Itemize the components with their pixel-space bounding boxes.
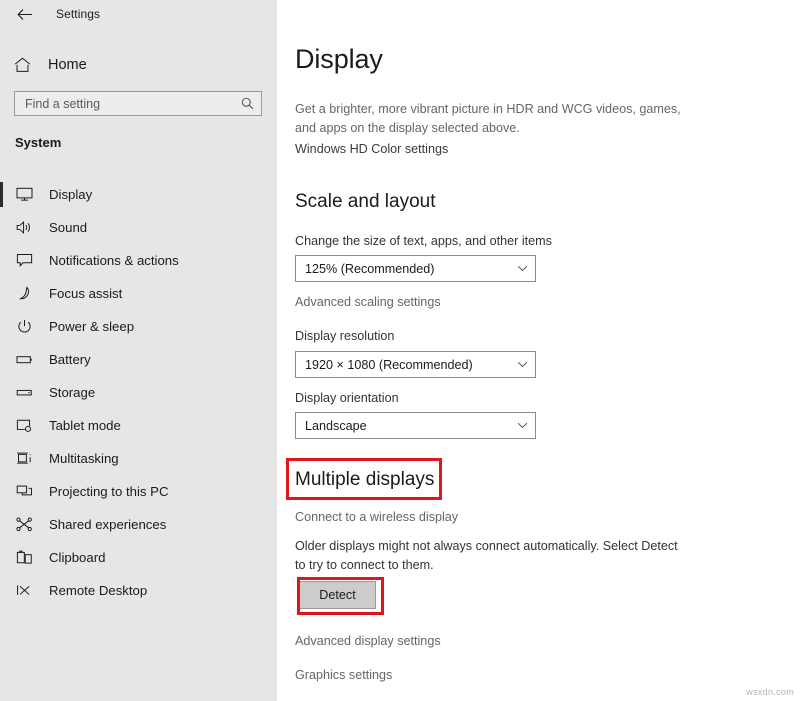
sidebar-item-projecting-label: Projecting to this PC <box>49 484 169 499</box>
scale-dropdown-value: 125% (Recommended) <box>305 261 435 276</box>
detect-button[interactable]: Detect <box>299 581 376 609</box>
projecting-icon <box>16 484 42 499</box>
sidebar-item-display-label: Display <box>49 187 93 202</box>
resolution-dropdown-value: 1920 × 1080 (Recommended) <box>305 357 473 372</box>
resolution-dropdown[interactable]: 1920 × 1080 (Recommended) <box>295 351 536 378</box>
orientation-label: Display orientation <box>295 391 399 405</box>
tablet-icon <box>16 418 42 433</box>
sidebar-item-storage[interactable]: Storage <box>0 376 277 409</box>
notification-icon <box>16 253 42 268</box>
detect-description: Older displays might not always connect … <box>295 539 678 572</box>
sidebar-item-sound[interactable]: Sound <box>0 211 277 244</box>
sidebar-item-remote-desktop[interactable]: Remote Desktop <box>0 574 277 607</box>
sidebar-item-tablet-mode-label: Tablet mode <box>49 418 121 433</box>
sidebar-group-header: System <box>15 135 62 150</box>
multitasking-icon <box>16 451 42 466</box>
remote-desktop-icon <box>16 583 42 598</box>
moon-icon <box>16 286 42 301</box>
sidebar: Settings Home System <box>0 0 277 701</box>
sidebar-item-focus-assist[interactable]: Focus assist <box>0 277 277 310</box>
clipboard-icon <box>16 550 42 565</box>
orientation-dropdown-value: Landscape <box>305 418 367 433</box>
sidebar-item-battery[interactable]: Battery <box>0 343 277 376</box>
page-title: Display <box>295 44 383 74</box>
connect-wireless-display-link[interactable]: Connect to a wireless display <box>295 510 458 524</box>
watermark: wsxdn.com <box>746 687 794 697</box>
sidebar-item-shared-experiences[interactable]: Shared experiences <box>0 508 277 541</box>
search-icon[interactable] <box>233 97 261 110</box>
sidebar-item-multitasking[interactable]: Multitasking <box>0 442 277 475</box>
sidebar-item-storage-label: Storage <box>49 385 96 400</box>
windows-hd-color-settings-link[interactable]: Windows HD Color settings <box>295 142 448 156</box>
scale-label: Change the size of text, apps, and other… <box>295 234 552 248</box>
title-bar: Settings <box>0 0 277 28</box>
sidebar-item-battery-label: Battery <box>49 352 91 367</box>
sidebar-item-remote-desktop-label: Remote Desktop <box>49 583 148 598</box>
home-icon <box>14 57 40 73</box>
sidebar-item-tablet-mode[interactable]: Tablet mode <box>0 409 277 442</box>
sidebar-item-power-sleep[interactable]: Power & sleep <box>0 310 277 343</box>
sidebar-item-home-label: Home <box>48 57 87 73</box>
back-arrow-icon[interactable] <box>10 3 40 25</box>
sidebar-item-clipboard-label: Clipboard <box>49 550 106 565</box>
advanced-display-settings-link[interactable]: Advanced display settings <box>295 634 441 648</box>
sidebar-item-shared-experiences-label: Shared experiences <box>49 517 167 532</box>
sidebar-item-notifications[interactable]: Notifications & actions <box>0 244 277 277</box>
hdr-description: Get a brighter, more vibrant picture in … <box>295 102 681 135</box>
advanced-scaling-settings-link[interactable]: Advanced scaling settings <box>295 295 441 309</box>
sidebar-item-notifications-label: Notifications & actions <box>49 253 179 268</box>
chevron-down-icon <box>509 422 535 429</box>
speaker-icon <box>16 220 42 235</box>
settings-window: Settings Home System <box>0 0 800 701</box>
share-icon <box>16 517 42 532</box>
graphics-settings-link[interactable]: Graphics settings <box>295 668 392 682</box>
chevron-down-icon <box>509 361 535 368</box>
section-title-scale-and-layout: Scale and layout <box>295 191 436 212</box>
scale-dropdown[interactable]: 125% (Recommended) <box>295 255 536 282</box>
sidebar-item-home[interactable]: Home <box>0 48 277 82</box>
monitor-icon <box>16 187 42 202</box>
sidebar-nav-list: Display Sound Notifications & actions Fo… <box>0 178 277 607</box>
section-title-multiple-displays: Multiple displays <box>295 469 435 490</box>
main-content: Display Get a brighter, more vibrant pic… <box>277 0 800 701</box>
chevron-down-icon <box>509 265 535 272</box>
orientation-dropdown[interactable]: Landscape <box>295 412 536 439</box>
sidebar-item-sound-label: Sound <box>49 220 88 235</box>
sidebar-item-focus-assist-label: Focus assist <box>49 286 123 301</box>
power-icon <box>16 319 42 334</box>
search-input[interactable] <box>15 92 233 115</box>
sidebar-item-multitasking-label: Multitasking <box>49 451 119 466</box>
search-box[interactable] <box>14 91 262 116</box>
selection-indicator <box>0 182 3 207</box>
sidebar-item-projecting[interactable]: Projecting to this PC <box>0 475 277 508</box>
sidebar-item-power-sleep-label: Power & sleep <box>49 319 135 334</box>
sidebar-item-clipboard[interactable]: Clipboard <box>0 541 277 574</box>
storage-icon <box>16 385 42 400</box>
battery-icon <box>16 352 42 367</box>
resolution-label: Display resolution <box>295 329 395 343</box>
sidebar-item-display[interactable]: Display <box>0 178 277 211</box>
app-title: Settings <box>56 7 101 21</box>
